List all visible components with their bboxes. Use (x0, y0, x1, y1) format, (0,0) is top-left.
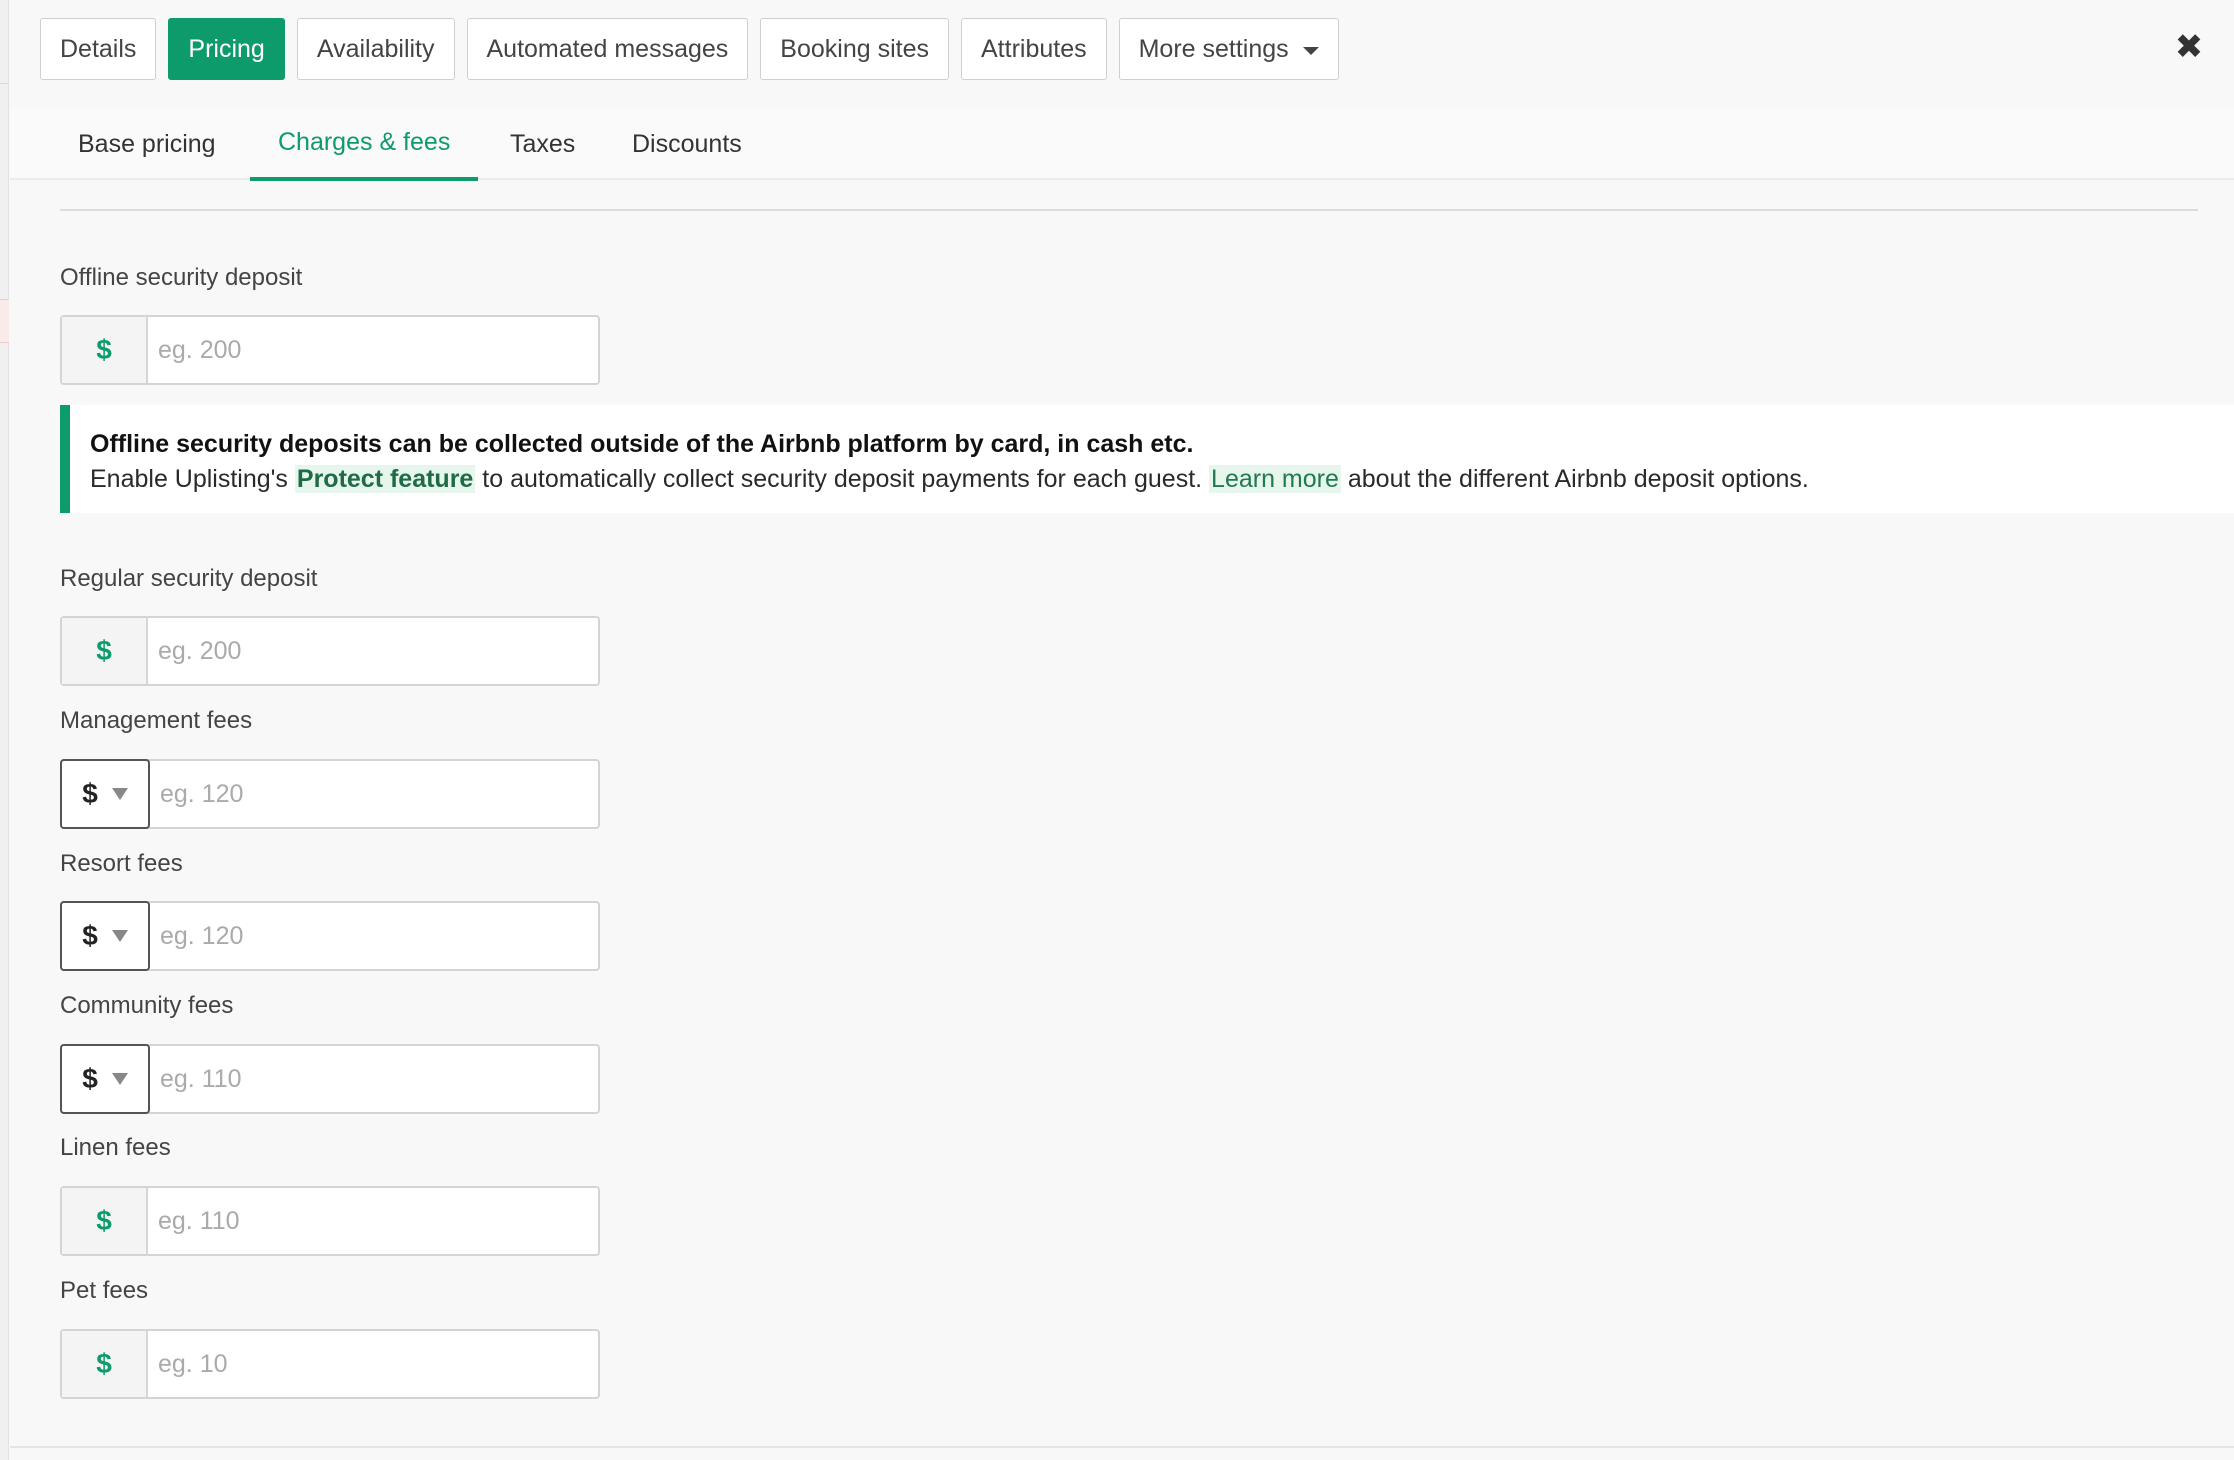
pet-fees-input-group: $ (60, 1329, 600, 1399)
tab-automated-messages[interactable]: Automated messages (466, 18, 749, 80)
resort-fees-input[interactable] (150, 903, 598, 969)
caret-down-icon (111, 788, 128, 800)
management-fees-input-group: $ (60, 759, 600, 829)
section-divider (60, 209, 2198, 211)
resort-fees-input-group: $ (60, 901, 600, 971)
tab-details[interactable]: Details (40, 18, 157, 80)
background-divider (0, 83, 9, 84)
callout-text-2: to automatically collect security deposi… (475, 465, 1210, 493)
caret-down-icon (111, 1073, 128, 1085)
subtab-charges-fees[interactable]: Charges & fees (250, 108, 479, 181)
callout-text-3: about the different Airbnb deposit optio… (1340, 465, 1809, 493)
dollar-icon: $ (62, 317, 148, 383)
tab-booking-sites[interactable]: Booking sites (760, 18, 949, 80)
dollar-icon: $ (62, 1331, 148, 1397)
background-highlight-row (0, 299, 9, 343)
linen-fees-input[interactable] (148, 1188, 598, 1254)
dollar-icon: $ (62, 1188, 148, 1254)
regular-deposit-label: Regular security deposit (60, 565, 318, 592)
panel-bottom-border (10, 1446, 2234, 1448)
community-fees-unit-select[interactable]: $ (60, 1044, 150, 1114)
resort-fees-label: Resort fees (60, 850, 183, 877)
management-fees-input[interactable] (150, 761, 598, 827)
offline-deposit-input-group: $ (60, 315, 600, 385)
callout-body: Enable Uplisting's Protect feature to au… (90, 462, 2214, 497)
more-settings-dropdown[interactable]: More settings (1118, 18, 1339, 80)
community-fees-label: Community fees (60, 992, 234, 1019)
linen-fees-input-group: $ (60, 1186, 600, 1256)
pricing-sub-tabs: Base pricing Charges & fees Taxes Discou… (10, 108, 2234, 181)
subtab-taxes[interactable]: Taxes (482, 108, 603, 180)
caret-down-icon (1302, 47, 1319, 55)
dollar-icon: $ (82, 1063, 98, 1094)
protect-feature-link[interactable]: Protect feature (294, 465, 476, 493)
offline-deposit-label: Offline security deposit (60, 264, 303, 291)
settings-top-tabs: Details Pricing Availability Automated m… (40, 18, 1351, 80)
close-icon[interactable]: ✖ (2172, 30, 2206, 64)
listing-settings-panel: Details Pricing Availability Automated m… (10, 0, 2234, 1460)
dollar-icon: $ (82, 778, 98, 809)
community-fees-input[interactable] (150, 1046, 598, 1112)
community-fees-input-group: $ (60, 1044, 600, 1114)
callout-text-1: Enable Uplisting's (90, 465, 295, 493)
linen-fees-label: Linen fees (60, 1134, 171, 1161)
offline-deposit-input[interactable] (148, 317, 598, 383)
management-fees-label: Management fees (60, 707, 253, 734)
tab-attributes[interactable]: Attributes (961, 18, 1107, 80)
caret-down-icon (111, 930, 128, 942)
learn-more-link[interactable]: Learn more (1209, 465, 1341, 493)
management-fees-unit-select[interactable]: $ (60, 759, 150, 829)
tab-availability[interactable]: Availability (296, 18, 455, 80)
tab-pricing[interactable]: Pricing (168, 18, 285, 80)
pet-fees-label: Pet fees (60, 1277, 149, 1304)
more-settings-label: More settings (1138, 34, 1289, 63)
pet-fees-input[interactable] (148, 1331, 598, 1397)
background-page-edge (0, 0, 9, 1460)
dollar-icon: $ (82, 920, 98, 951)
regular-deposit-input[interactable] (148, 618, 598, 684)
subtab-discounts[interactable]: Discounts (604, 108, 770, 180)
regular-deposit-input-group: $ (60, 616, 600, 686)
subtab-base-pricing[interactable]: Base pricing (50, 108, 244, 180)
callout-headline: Offline security deposits can be collect… (90, 430, 1194, 458)
offline-deposit-info-callout: Offline security deposits can be collect… (60, 405, 2234, 513)
resort-fees-unit-select[interactable]: $ (60, 901, 150, 971)
dollar-icon: $ (62, 618, 148, 684)
